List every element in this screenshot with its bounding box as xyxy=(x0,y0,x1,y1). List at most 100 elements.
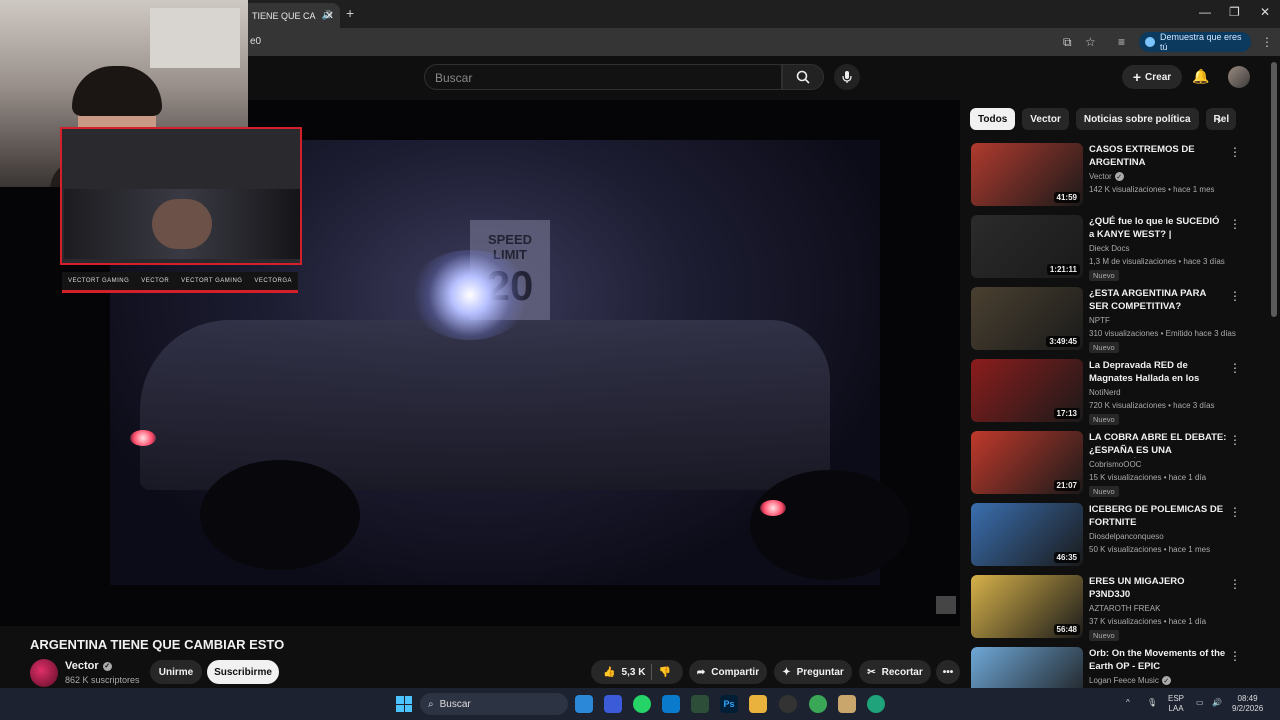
chrome-icon[interactable] xyxy=(809,695,827,713)
recommendation-channel[interactable]: Logan Feece Music xyxy=(1089,676,1159,685)
recommendation-channel-row: NotiNerd xyxy=(1089,388,1121,397)
social-youtube: VECTORT GAMING xyxy=(67,278,130,284)
recommendation-channel[interactable]: AZTAROTH FREAK xyxy=(1089,604,1160,613)
dislike-icon[interactable]: 👎 xyxy=(658,667,670,678)
clock[interactable]: 08:49 9/2/2026 xyxy=(1232,694,1263,714)
subscribe-button[interactable]: Suscribirme xyxy=(207,660,279,684)
minimize-icon[interactable]: — xyxy=(1199,5,1211,19)
create-button[interactable]: + Crear xyxy=(1122,65,1182,89)
app-icon[interactable] xyxy=(691,695,709,713)
network-icon[interactable]: ▭ xyxy=(1196,698,1204,708)
recommendation-channel[interactable]: NPTF xyxy=(1089,316,1110,325)
video-thumbnail[interactable]: 21:07 xyxy=(971,431,1083,494)
edge-icon[interactable] xyxy=(867,695,885,713)
video-thumbnail[interactable]: 3:49:45 xyxy=(971,287,1083,350)
more-options-icon[interactable]: ⋮ xyxy=(1229,433,1241,447)
recommendation-item[interactable]: 3:49:45 ¿ESTA ARGENTINA PARA SER COMPETIT… xyxy=(971,287,1251,359)
vscode-icon[interactable] xyxy=(662,695,680,713)
install-app-icon[interactable]: ⧉ xyxy=(1063,35,1072,50)
chevron-right-icon[interactable]: › xyxy=(1217,112,1221,127)
social-bar-accent xyxy=(62,290,298,293)
recommendation-channel[interactable]: Diosdelpanconqueso xyxy=(1089,532,1164,541)
facecam-window xyxy=(150,8,240,68)
restore-icon[interactable]: ❐ xyxy=(1229,5,1240,19)
social-twitch: VECTOR xyxy=(141,278,170,284)
tray-chevron-icon[interactable]: ^ xyxy=(1126,698,1130,708)
teams-app-icon[interactable] xyxy=(604,695,622,713)
recommendation-title[interactable]: CASOS EXTREMOS DE ARGENTINA xyxy=(1089,143,1227,169)
game-app-icon[interactable] xyxy=(838,695,856,713)
more-options-icon[interactable]: ⋮ xyxy=(1229,577,1241,591)
ask-label: Preguntar xyxy=(796,666,844,678)
more-options-icon[interactable]: ⋮ xyxy=(1229,145,1241,159)
join-button[interactable]: Unirme xyxy=(150,660,202,684)
browser-tab-active[interactable]: TIENE QUE CA 🔊 ✕ xyxy=(240,3,340,28)
recommendation-item[interactable]: 46:35 ICEBERG DE POLEMICAS DE FORTNITE Dio… xyxy=(971,503,1251,575)
more-actions-button[interactable]: ••• xyxy=(936,660,960,684)
profile-verify-button[interactable]: Demuestra que eres tú xyxy=(1139,32,1251,52)
volume-icon[interactable]: 🔊 xyxy=(1212,698,1222,708)
recommendation-channel[interactable]: Vector xyxy=(1089,172,1112,181)
more-options-icon[interactable]: ⋮ xyxy=(1229,505,1241,519)
search-button[interactable] xyxy=(782,64,824,90)
bookmark-star-icon[interactable]: ☆ xyxy=(1085,35,1096,49)
files-app-icon[interactable] xyxy=(575,695,593,713)
taskbar-search[interactable]: ⌕ Buscar xyxy=(420,693,568,715)
sidebar-scrollbar[interactable] xyxy=(1271,62,1277,317)
recommendation-title[interactable]: ¿QUÉ fue lo que le SUCEDIÓ a KANYE WEST?… xyxy=(1089,215,1227,242)
recommendation-channel[interactable]: CobrismoOOC xyxy=(1089,460,1141,469)
more-options-icon[interactable]: ⋮ xyxy=(1229,289,1241,303)
clip-button[interactable]: ✂ Recortar xyxy=(859,660,931,684)
more-options-icon[interactable]: ⋮ xyxy=(1229,649,1241,663)
photoshop-icon[interactable]: Ps xyxy=(720,695,738,713)
recommendation-item[interactable]: 41:59 CASOS EXTREMOS DE ARGENTINA Vector ✓ 1… xyxy=(971,143,1251,215)
recommendation-channel[interactable]: Dieck Docs xyxy=(1089,244,1129,253)
recommendation-title[interactable]: ¿ESTA ARGENTINA PARA SER COMPETITIVA? xyxy=(1089,287,1227,313)
channel-name-row[interactable]: Vector ✓ xyxy=(65,660,112,672)
browser-menu-icon[interactable]: ⋮ xyxy=(1261,35,1273,49)
new-tab-button[interactable]: + xyxy=(346,5,354,21)
chip-vector[interactable]: Vector xyxy=(1022,108,1069,130)
recommendation-title[interactable]: ICEBERG DE POLEMICAS DE FORTNITE xyxy=(1089,503,1227,529)
video-thumbnail[interactable]: 17:13 xyxy=(971,359,1083,422)
more-options-icon[interactable]: ⋮ xyxy=(1229,361,1241,375)
window-close-icon[interactable]: ✕ xyxy=(1260,5,1270,19)
recommendation-title[interactable]: La Depravada RED de Magnates Hallada en … xyxy=(1089,359,1227,386)
video-title: ARGENTINA TIENE QUE CAMBIAR ESTO xyxy=(30,637,285,652)
recommendation-item[interactable]: 1:21:11 ¿QUÉ fue lo que le SUCEDIÓ a KANY… xyxy=(971,215,1251,287)
chip-todos[interactable]: Todos xyxy=(970,108,1016,130)
channel-avatar[interactable] xyxy=(30,659,58,687)
recommendation-title[interactable]: ERES UN MIGAJERO P3ND3J0 xyxy=(1089,575,1227,601)
recommendation-item[interactable]: 21:07 LA COBRA ABRE EL DEBATE: ¿ESPAÑA ES… xyxy=(971,431,1251,503)
video-thumbnail[interactable]: 56:48 xyxy=(971,575,1083,638)
like-icon[interactable]: 👍 xyxy=(603,667,615,678)
recommendation-title[interactable]: LA COBRA ABRE EL DEBATE: ¿ESPAÑA ES UNA … xyxy=(1089,431,1227,458)
windows-start-icon[interactable] xyxy=(396,696,412,712)
file-explorer-icon[interactable] xyxy=(749,695,767,713)
create-label: Crear xyxy=(1145,71,1172,83)
whatsapp-icon[interactable] xyxy=(633,695,651,713)
tab-close-icon[interactable]: ✕ xyxy=(325,9,334,22)
recommendation-channel[interactable]: NotiNerd xyxy=(1089,388,1121,397)
recommendation-item[interactable]: 56:48 ERES UN MIGAJERO P3ND3J0 AZTAROTH FR… xyxy=(971,575,1251,647)
notifications-bell-icon[interactable]: 🔔 xyxy=(1192,68,1209,85)
video-thumbnail[interactable]: 46:35 xyxy=(971,503,1083,566)
recommendation-item[interactable]: 17:13 La Depravada RED de Magnates Hallad… xyxy=(971,359,1251,431)
account-avatar[interactable] xyxy=(1228,66,1250,88)
language-indicator[interactable]: ESP LAA xyxy=(1168,694,1184,714)
share-button[interactable]: ➦ Compartir xyxy=(689,660,767,684)
channel-name[interactable]: Vector xyxy=(65,660,99,672)
ask-button[interactable]: ✦ Preguntar xyxy=(774,660,852,684)
recommendation-title[interactable]: Orb: On the Movements of the Earth OP - … xyxy=(1089,647,1227,674)
reading-list-icon[interactable]: ≡ xyxy=(1118,35,1125,49)
steam-icon[interactable] xyxy=(779,695,797,713)
chip-noticias[interactable]: Noticias sobre política xyxy=(1075,108,1199,130)
video-thumbnail[interactable]: 41:59 xyxy=(971,143,1083,206)
voice-search-button[interactable] xyxy=(834,64,860,90)
microphone-tray-icon[interactable]: 🎙 xyxy=(1147,698,1157,708)
url-text[interactable]: e0 xyxy=(250,36,261,47)
search-input[interactable]: Buscar xyxy=(424,64,782,90)
like-count[interactable]: 5,3 K xyxy=(622,667,646,678)
more-options-icon[interactable]: ⋮ xyxy=(1229,217,1241,231)
video-thumbnail[interactable]: 1:21:11 xyxy=(971,215,1083,278)
